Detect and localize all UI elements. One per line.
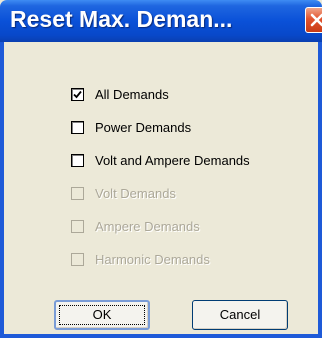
ok-button[interactable]: OK bbox=[54, 300, 150, 330]
reset-max-demands-dialog: Reset Max. Deman... All Demands Power De… bbox=[0, 0, 322, 338]
focus-rectangle bbox=[59, 305, 145, 325]
checkbox-volt-and-ampere-demands[interactable] bbox=[71, 154, 84, 167]
option-label: Volt and Ampere Demands bbox=[95, 153, 250, 168]
window-title: Reset Max. Deman... bbox=[10, 6, 233, 32]
option-label: Volt Demands bbox=[95, 186, 176, 201]
close-icon bbox=[310, 13, 322, 27]
option-label: Ampere Demands bbox=[95, 219, 200, 234]
window-frame-left bbox=[0, 42, 4, 338]
checkbox-harmonic-demands bbox=[71, 253, 84, 266]
checkmark-icon bbox=[73, 90, 82, 99]
checkbox-all-demands[interactable] bbox=[71, 88, 84, 101]
checkbox-ampere-demands bbox=[71, 220, 84, 233]
window-frame-right bbox=[318, 42, 322, 338]
option-label: Power Demands bbox=[95, 120, 192, 135]
checkbox-power-demands[interactable] bbox=[71, 121, 84, 134]
cancel-button-label: Cancel bbox=[219, 307, 261, 322]
title-bar[interactable]: Reset Max. Deman... bbox=[0, 0, 322, 42]
option-label: Harmonic Demands bbox=[95, 252, 210, 267]
window-frame-bottom bbox=[0, 334, 322, 338]
close-button[interactable] bbox=[305, 7, 322, 33]
checkbox-volt-demands bbox=[71, 187, 84, 200]
cancel-button[interactable]: Cancel bbox=[192, 300, 288, 330]
option-label: All Demands bbox=[95, 87, 169, 102]
